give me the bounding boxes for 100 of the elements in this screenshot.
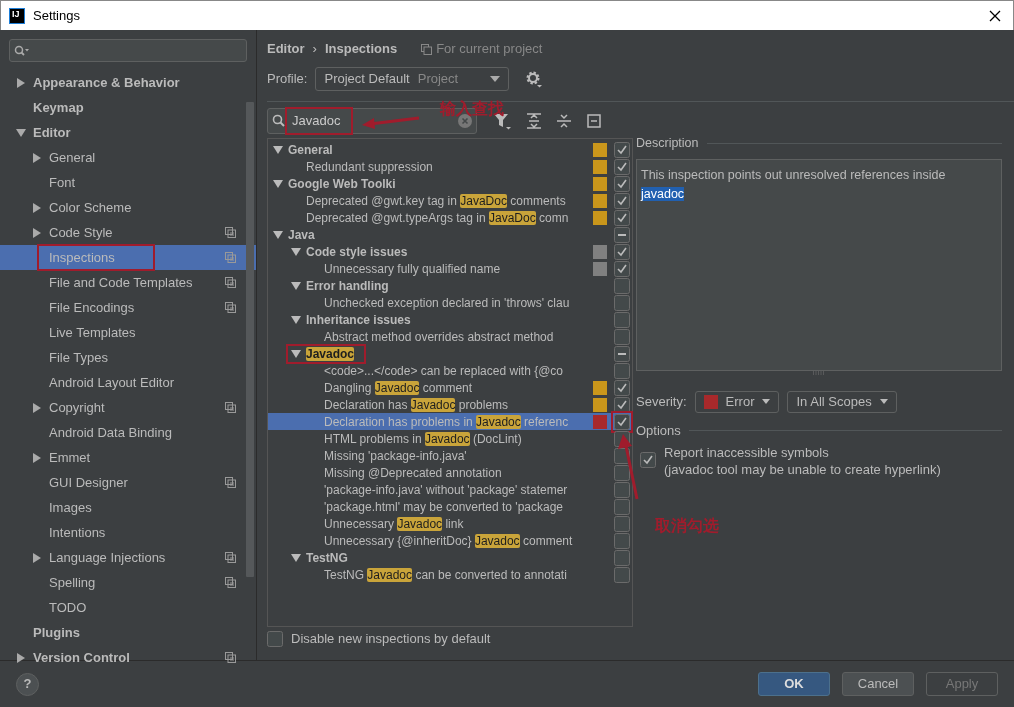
search-field[interactable] <box>9 39 247 62</box>
expand-arrow-icon[interactable] <box>16 77 26 88</box>
resize-handle-icon[interactable] <box>812 370 826 375</box>
collapse-arrow-icon[interactable] <box>291 246 301 257</box>
inspection-name[interactable]: Unnecessary Javadoc link <box>324 514 464 533</box>
expand-arrow-icon[interactable] <box>32 552 42 563</box>
inspection-name[interactable]: Unnecessary fully qualified name <box>324 259 501 278</box>
inspection-group[interactable]: General <box>288 140 333 159</box>
inspection-group[interactable]: Inheritance issues <box>306 310 411 329</box>
sidebar-item[interactable]: Android Layout Editor <box>0 370 256 395</box>
expand-arrow-icon[interactable] <box>32 202 42 213</box>
sidebar-item[interactable]: Intentions <box>0 520 256 545</box>
collapse-arrow-icon[interactable] <box>16 127 26 138</box>
sidebar-item[interactable]: Plugins <box>0 620 256 645</box>
checkbox[interactable] <box>614 209 630 226</box>
sidebar-item[interactable]: Language Injections <box>0 545 256 570</box>
sidebar-item[interactable]: TODO <box>0 595 256 620</box>
severity-dropdown[interactable]: Error <box>694 390 780 413</box>
checkbox[interactable] <box>614 260 630 277</box>
checkbox[interactable] <box>614 158 630 175</box>
inspection-group[interactable]: Error handling <box>306 276 389 295</box>
profile-dropdown[interactable]: Project Default Project <box>315 67 510 91</box>
sidebar-item[interactable]: Live Templates <box>0 320 256 345</box>
collapse-arrow-icon[interactable] <box>273 178 283 189</box>
dialog-button[interactable]: OK <box>758 672 830 696</box>
help-button[interactable]: ? <box>16 672 39 696</box>
checkbox[interactable] <box>614 345 630 362</box>
expand-arrow-icon[interactable] <box>16 652 26 663</box>
inspection-name[interactable]: Redundant suppression <box>306 157 433 176</box>
checkbox[interactable] <box>614 464 630 481</box>
sidebar-item[interactable]: Keymap <box>0 95 256 120</box>
sidebar-item[interactable]: Editor <box>0 120 256 145</box>
settings-icon[interactable] <box>525 70 544 88</box>
scrollbar[interactable] <box>246 102 254 577</box>
expand-arrow-icon[interactable] <box>32 152 42 163</box>
inspection-name[interactable]: TestNG Javadoc can be converted to annotati <box>324 565 567 584</box>
sidebar-item[interactable]: Copyright <box>0 395 256 420</box>
sidebar-item[interactable]: File Types <box>0 345 256 370</box>
inspection-name[interactable]: Abstract method overrides abstract method <box>324 327 554 346</box>
inspection-name[interactable]: HTML problems in Javadoc (DocLint) <box>324 429 522 448</box>
checkbox[interactable] <box>614 379 630 396</box>
inspection-name[interactable]: Unchecked exception declared in 'throws' clau <box>324 293 570 312</box>
inspection-name[interactable]: Dangling Javadoc comment <box>324 378 473 397</box>
sidebar-item[interactable]: Version Control <box>0 645 256 670</box>
checkbox[interactable] <box>614 141 630 158</box>
collapse-arrow-icon[interactable] <box>273 144 283 155</box>
sidebar-item[interactable]: General <box>0 145 256 170</box>
checkbox[interactable] <box>614 498 630 515</box>
inspection-group[interactable]: Google Web Toolki <box>288 174 396 193</box>
checkbox[interactable] <box>267 631 283 647</box>
inspection-group[interactable]: Java <box>288 225 315 244</box>
close-icon[interactable] <box>989 9 1001 22</box>
inspection-name[interactable]: 'package.html' may be converted to 'package <box>324 497 563 516</box>
expand-arrow-icon[interactable] <box>32 452 42 463</box>
checkbox[interactable] <box>614 481 630 498</box>
sidebar-item[interactable]: Appearance & Behavior <box>0 70 256 95</box>
expand-arrow-icon[interactable] <box>32 402 42 413</box>
checkbox[interactable] <box>614 243 630 260</box>
checkbox[interactable] <box>614 277 630 294</box>
collapse-arrow-icon[interactable] <box>291 348 301 359</box>
checkbox[interactable] <box>614 328 630 345</box>
checkbox[interactable] <box>614 549 630 566</box>
collapse-arrow-icon[interactable] <box>291 314 301 325</box>
inspection-name[interactable]: <code>...</code> can be replaced with {@co <box>324 361 563 380</box>
checkbox[interactable] <box>614 311 630 328</box>
inspection-group[interactable]: Code style issues <box>306 242 408 261</box>
collapse-all-icon[interactable] <box>557 113 571 129</box>
inspection-name[interactable]: Deprecated @gwt.key tag in JavaDoc comments <box>306 191 566 210</box>
sidebar-item[interactable]: Font <box>0 170 256 195</box>
expand-arrow-icon[interactable] <box>32 227 42 238</box>
inspection-name[interactable]: Missing 'package-info.java' <box>324 446 467 465</box>
sidebar-item[interactable]: File and Code Templates <box>0 270 256 295</box>
checkbox[interactable] <box>614 192 630 209</box>
checkbox[interactable] <box>614 515 630 532</box>
checkbox[interactable] <box>640 452 656 469</box>
breadcrumb-link[interactable]: Editor <box>267 39 305 59</box>
inspection-name[interactable]: Unnecessary {@inheritDoc} Javadoc comment <box>324 531 573 550</box>
sidebar-item[interactable]: Android Data Binding <box>0 420 256 445</box>
sidebar-item[interactable]: Emmet <box>0 445 256 470</box>
inspection-group[interactable]: Javadoc <box>306 344 355 363</box>
inspection-group[interactable]: TestNG <box>306 548 348 567</box>
inspection-name[interactable]: Missing @Deprecated annotation <box>324 463 502 482</box>
checkbox[interactable] <box>614 362 630 379</box>
expand-all-icon[interactable] <box>527 113 541 129</box>
checkbox[interactable] <box>614 532 630 549</box>
collapse-arrow-icon[interactable] <box>273 229 283 240</box>
inspection-name[interactable]: Deprecated @gwt.typeArgs tag in JavaDoc comn <box>306 208 569 227</box>
sidebar-item[interactable]: File Encodings <box>0 295 256 320</box>
inspection-name[interactable]: Declaration has Javadoc problems <box>324 395 509 414</box>
sidebar-item[interactable]: Images <box>0 495 256 520</box>
reset-icon[interactable] <box>587 114 601 128</box>
checkbox[interactable] <box>614 294 630 311</box>
sidebar-item[interactable]: Code Style <box>0 220 256 245</box>
sidebar-item[interactable]: GUI Designer <box>0 470 256 495</box>
sidebar-item[interactable]: Color Scheme <box>0 195 256 220</box>
inspection-name[interactable]: 'package-info.java' without 'package' statemer <box>324 480 568 499</box>
collapse-arrow-icon[interactable] <box>291 552 301 563</box>
checkbox[interactable] <box>614 226 630 243</box>
sidebar-item[interactable]: Spelling <box>0 570 256 595</box>
checkbox[interactable] <box>614 175 630 192</box>
